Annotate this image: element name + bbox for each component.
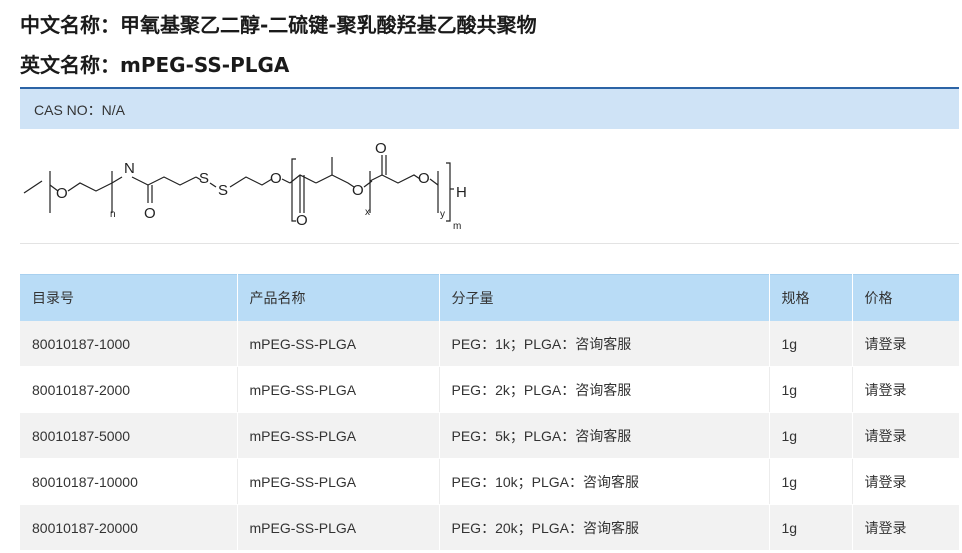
table-row: 80010187-20000 mPEG-SS-PLGA PEG：20k；PLGA…	[20, 504, 960, 551]
subscript-m: m	[453, 221, 461, 232]
spec-cell: 1g	[769, 366, 853, 413]
english-name-heading: 英文名称：mPEG-SS-PLGA	[20, 49, 289, 78]
atom-o-7: O	[418, 170, 430, 187]
subscript-n: n	[110, 209, 116, 220]
chinese-name-label: 中文名称：	[20, 13, 120, 37]
price-login-link[interactable]: 请登录	[852, 366, 959, 413]
cas-bar: CAS NO：N/A	[20, 87, 959, 129]
chemical-structure-diagram: O N O S S O O O O O H n x y m	[23, 140, 467, 232]
catalog-number-cell: 80010187-10000	[20, 458, 238, 505]
product-table: 目录号 产品名称 分子量 规格 价格 80010187-1000 mPEG-SS…	[20, 274, 960, 551]
molecular-weight-cell: PEG：10k；PLGA：咨询客服	[439, 458, 770, 505]
table-row: 80010187-1000 mPEG-SS-PLGA PEG：1k；PLGA：咨…	[20, 321, 960, 367]
price-login-link[interactable]: 请登录	[852, 458, 959, 505]
molecular-weight-cell: PEG：20k；PLGA：咨询客服	[439, 504, 770, 551]
header-molecular-weight: 分子量	[439, 274, 770, 321]
atom-o-6: O	[375, 140, 387, 157]
product-name-cell: mPEG-SS-PLGA	[237, 458, 440, 505]
section-divider	[20, 243, 959, 244]
subscript-x: x	[365, 207, 370, 218]
spec-cell: 1g	[769, 412, 853, 459]
table-row: 80010187-5000 mPEG-SS-PLGA PEG：5k；PLGA：咨…	[20, 412, 960, 459]
product-name-cell: mPEG-SS-PLGA	[237, 504, 440, 551]
molecular-weight-cell: PEG：1k；PLGA：咨询客服	[439, 321, 770, 367]
spec-cell: 1g	[769, 458, 853, 505]
catalog-number-cell: 80010187-20000	[20, 504, 238, 551]
header-price: 价格	[852, 274, 960, 321]
header-product-name: 产品名称	[237, 274, 440, 321]
molecular-weight-cell: PEG：2k；PLGA：咨询客服	[439, 366, 770, 413]
catalog-number-cell: 80010187-1000	[20, 321, 238, 367]
chinese-name-value: 甲氧基聚乙二醇-二硫键-聚乳酸羟基乙酸共聚物	[120, 13, 537, 37]
spec-cell: 1g	[769, 321, 853, 367]
atom-h: H	[456, 184, 467, 201]
header-catalog-number: 目录号	[20, 274, 238, 321]
product-name-cell: mPEG-SS-PLGA	[237, 366, 440, 413]
atom-s-1: S	[199, 170, 209, 187]
subscript-y: y	[440, 209, 445, 220]
catalog-number-cell: 80010187-2000	[20, 366, 238, 413]
cas-number: CAS NO：N/A	[34, 102, 126, 118]
price-login-link[interactable]: 请登录	[852, 412, 960, 459]
english-name-label: 英文名称：	[20, 53, 120, 77]
price-login-link[interactable]: 请登录	[852, 504, 960, 551]
header-spec: 规格	[769, 274, 853, 321]
price-login-link[interactable]: 请登录	[852, 321, 960, 367]
atom-o-5: O	[352, 182, 364, 199]
atom-o-3: O	[270, 170, 282, 187]
table-row: 80010187-2000 mPEG-SS-PLGA PEG：2k；PLGA：咨…	[20, 366, 959, 413]
molecular-weight-cell: PEG：5k；PLGA：咨询客服	[439, 412, 770, 459]
product-name-cell: mPEG-SS-PLGA	[237, 321, 440, 367]
spec-cell: 1g	[769, 504, 853, 551]
atom-o-1: O	[56, 185, 68, 202]
atom-o-4: O	[296, 212, 308, 229]
english-name-value: mPEG-SS-PLGA	[120, 53, 290, 77]
table-row: 80010187-10000 mPEG-SS-PLGA PEG：10k；PLGA…	[20, 458, 959, 505]
catalog-number-cell: 80010187-5000	[20, 412, 238, 459]
table-header-row: 目录号 产品名称 分子量 规格 价格	[20, 274, 960, 321]
atom-n: N	[124, 160, 135, 177]
atom-o-2: O	[144, 205, 156, 222]
chinese-name-heading: 中文名称：甲氧基聚乙二醇-二硫键-聚乳酸羟基乙酸共聚物	[20, 9, 537, 38]
product-name-cell: mPEG-SS-PLGA	[237, 412, 440, 459]
atom-s-2: S	[218, 182, 228, 199]
